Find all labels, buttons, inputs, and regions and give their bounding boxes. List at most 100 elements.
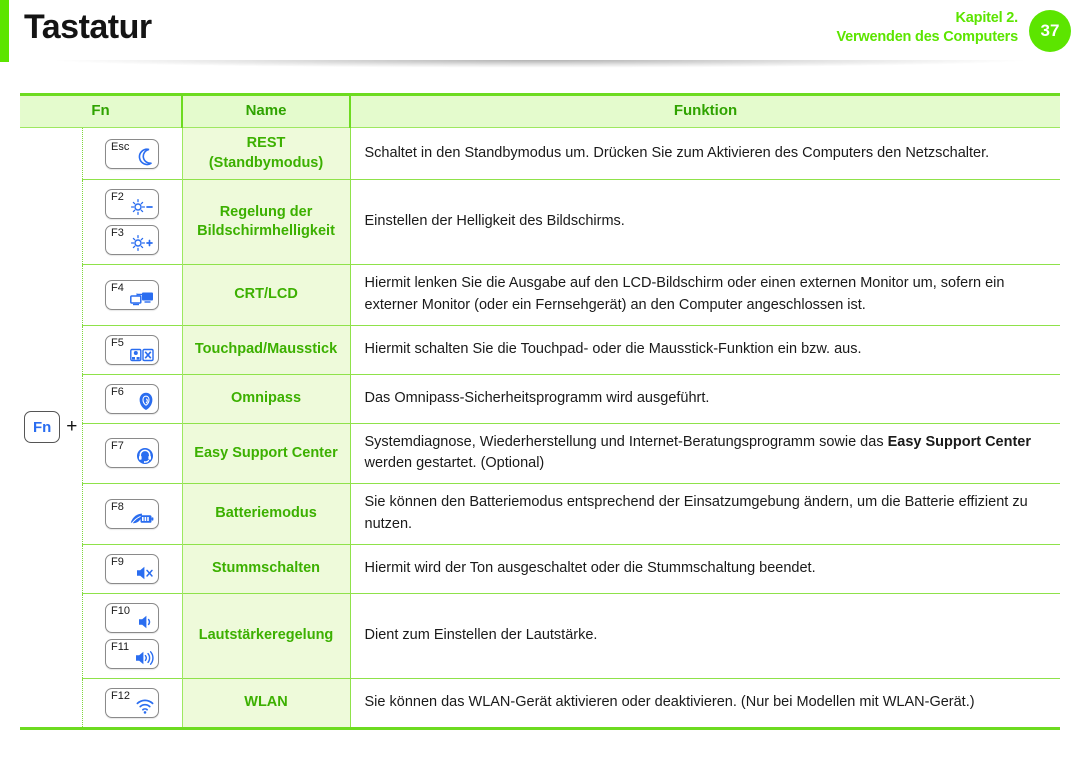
keycap-f9: F9 [105,553,159,584]
description-text: Einstellen der Helligkeit des Bildschirm… [364,213,625,230]
page-number-badge: 37 [1029,10,1071,52]
shortcut-description-cell: Sie können das WLAN-Gerät aktivieren ode… [350,678,1061,729]
function-key-cell: Esc [82,127,183,180]
fn-modifier-cell: Fn + [20,127,83,729]
chapter-number: Kapitel 2. [955,10,1019,26]
shortcut-name-line: WLAN [244,693,288,710]
table-row: F10 F11 Lautstärkeregelung Dient zum Einste… [20,593,1061,679]
mute-icon [136,565,154,581]
function-key-cell: F9 [82,544,183,594]
keycap-label: F11 [111,640,130,653]
shortcut-name-line: Touchpad/Mausstick [194,340,338,357]
chapter-breadcrumb: Kapitel 2. Verwenden des Computers [836,9,1018,46]
shortcut-description-cell: Hiermit lenken Sie die Ausgabe auf den L… [350,264,1061,326]
shortcut-name-line: REST [246,135,286,151]
keycap-f12: F12 [105,687,159,718]
shortcut-name-line: (Standbymodus) [208,154,324,171]
shortcut-description-cell: Schaltet in den Standbymodus um. Drücken… [350,127,1061,180]
shortcut-name-cell: Stummschalten [181,544,351,594]
description-text: Hiermit lenken Sie die Ausgabe auf den L… [364,275,1005,313]
keycap-f3: F3 [105,225,159,256]
plus-sign: + [66,416,78,438]
keycap-label: F3 [111,227,124,240]
description-text: Hiermit wird der Ton ausgeschaltet oder … [364,559,816,576]
table-row: F5 Touchpad/Mausstick Hiermit schalten Sie… [20,325,1061,375]
description-text: Easy Support Center [887,433,1032,450]
keycap-f8: F8 [105,498,159,529]
function-key-table: Fn Name Funktion Fn + Esc REST (Standbymodus… [20,93,1061,730]
shortcut-description-cell: Das Omnipass-Sicherheitsprogramm wird au… [350,374,1061,424]
shortcut-name-cell: WLAN [181,678,351,729]
shortcut-description-cell: Dient zum Einstellen der Lautstärke. [350,593,1061,679]
table-row: F9 Stummschalten Hiermit wird der Ton ausg… [20,544,1061,594]
table-row: F4 CRT/LCD Hiermit lenken Sie die Ausgabe … [20,264,1061,326]
keycap-label: F7 [111,440,124,453]
table-row: F12 WLAN Sie können das WLAN-Gerät aktivie… [20,678,1061,729]
touchpad-icon [130,348,154,362]
shortcut-name-line: CRT/LCD [234,286,298,303]
shortcut-name-line: Batteriemodus [215,505,317,522]
shortcut-name-line: Stummschalten [212,559,320,576]
brightness-up-icon [130,234,154,252]
function-key-cell: F5 [82,325,183,375]
shortcut-description-cell: Systemdiagnose, Wiederherstellung und In… [350,423,1061,484]
keycap-label: F8 [111,500,124,513]
page-header: Tastatur Kapitel 2. Verwenden des Comput… [0,0,1080,62]
function-key-cell: F6 [82,374,183,424]
shortcut-name-cell: REST (Standbymodus) [181,127,351,180]
shortcut-name-line: Lautstärkeregelung [198,626,334,643]
keycap-label: F10 [111,604,130,617]
shortcut-name-cell: CRT/LCD [181,264,351,326]
shortcut-description-cell: Sie können den Batteriemodus entsprechen… [350,483,1061,545]
shortcut-name-cell: Batteriemodus [181,483,351,545]
shortcut-description-cell: Einstellen der Helligkeit des Bildschirm… [350,179,1061,265]
table-header-row: Fn Name Funktion [20,94,1061,128]
keycap-f6: F6 [105,383,159,414]
shortcut-name-cell: Touchpad/Mausstick [181,325,351,375]
table-header: Fn Name Funktion [20,94,1061,128]
description-text: Sie können den Batteriemodus entsprechen… [364,494,1028,532]
keycap-label: F12 [111,689,130,702]
keycap-f4: F4 [105,279,159,310]
description-text: Schaltet in den Standbymodus um. Drücken… [364,144,990,161]
fingerprint-icon [138,392,154,411]
table-row: Fn + Esc REST (Standbymodus) Schaltet in den … [20,127,1061,729]
shortcut-description-cell: Hiermit schalten Sie die Touchpad- oder … [350,325,1061,375]
volume-up-icon [135,650,154,666]
shortcut-name-line: Easy Support Center [194,444,338,461]
shortcut-name-cell: Easy Support Center [181,423,351,484]
shortcut-name-line: Regelung der [219,203,313,220]
table-row: F7 Easy Support Center Systemdiagnose, Wie… [20,423,1061,484]
keycap-f5: F5 [105,334,159,365]
header-shadow [0,60,1080,70]
page-title: Tastatur [24,8,152,46]
table-row: F6 Omnipass Das Omnipass-Sicherheitsprogra… [20,374,1061,424]
function-key-cell: F12 [82,678,183,729]
keycap-label: F5 [111,336,124,349]
keycap-f11: F11 [105,638,159,669]
chapter-name: Verwenden des Computers [836,28,1018,45]
wifi-icon [136,699,154,715]
description-text: Sie können das WLAN-Gerät aktivieren ode… [364,693,975,710]
shortcut-name-cell: Lautstärkeregelung [181,593,351,679]
function-key-cell: F8 [82,483,183,545]
shortcut-description-cell: Hiermit wird der Ton ausgeschaltet oder … [350,544,1061,594]
table-row: F2 F3 Regelung der Bildschirmhelligkeit Eins… [20,179,1061,265]
column-header-name: Name [181,94,351,128]
dual-display-icon [130,291,154,307]
moon-icon [137,148,154,166]
keycap-label: F9 [111,555,124,568]
description-text: werden gestartet. (Optional) [364,455,545,472]
table-row: F8 Batteriemodus Sie können den Batteriemo… [20,483,1061,545]
volume-down-icon [138,614,154,630]
fn-key: Fn [24,411,61,444]
keycap-esc: Esc [105,138,159,169]
shortcut-name-cell: Omnipass [181,374,351,424]
description-text: Dient zum Einstellen der Lautstärke. [364,626,598,643]
battery-leaf-icon [130,511,154,526]
keycap-label: F2 [111,191,124,204]
keycap-f10: F10 [105,602,159,633]
function-key-cell: F10 F11 [82,593,183,679]
brightness-down-icon [130,198,154,216]
keycap-f7: F7 [105,438,159,469]
